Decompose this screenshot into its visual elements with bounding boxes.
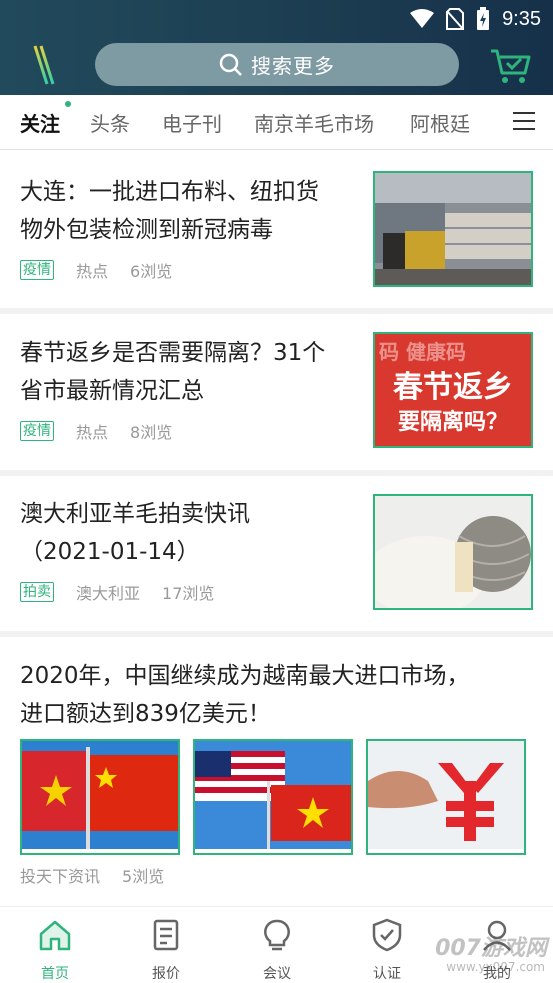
nav-label: 报价 xyxy=(152,966,180,982)
article-title-line: （2021-01-14） xyxy=(20,539,200,565)
no-sim-icon xyxy=(446,8,465,30)
thumbnail-subline: 要隔离吗？ xyxy=(397,410,508,435)
article-title-line: 大连：一批进口布料、纽扣货 xyxy=(20,179,319,205)
watermark: 007游戏网 xyxy=(435,936,547,961)
nav-label: 认证 xyxy=(373,966,401,982)
top-header: 9:35 搜索更多 xyxy=(0,0,553,95)
article-title: 春节返乡是否需要隔离？31个 省市最新情况汇总 xyxy=(20,334,325,410)
category-tabs: 关注 头条 电子刊 南京羊毛市场 阿根廷 xyxy=(0,95,553,150)
tab-emagazine[interactable]: 电子刊 xyxy=(162,108,222,137)
battery-charging-icon xyxy=(477,7,490,30)
nav-meetings[interactable]: 会议 xyxy=(237,917,317,983)
article-category: 热点 xyxy=(76,262,109,281)
document-icon xyxy=(153,919,179,951)
article-title-line: 物外包装检测到新冠病毒 xyxy=(20,217,273,243)
article-title-line: 2020年，中国继续成为越南最大进口市场， xyxy=(20,663,470,689)
article-title: 2020年，中国继续成为越南最大进口市场， 进口额达到839亿美元！ xyxy=(20,657,470,733)
article-meta: 投天下资讯 5浏览 xyxy=(20,863,186,887)
article-category: 澳大利亚 xyxy=(76,584,141,603)
article-title-line: 进口额达到839亿美元！ xyxy=(20,701,271,727)
article-meta: 疫情 热点 6浏览 xyxy=(20,258,194,282)
tab-argentina[interactable]: 阿根廷 xyxy=(410,108,470,137)
article-title: 大连：一批进口布料、纽扣货 物外包装检测到新冠病毒 xyxy=(20,173,319,249)
nav-label: 会议 xyxy=(263,966,291,982)
article-title-line: 春节返乡是否需要隔离？31个 xyxy=(20,340,326,366)
article-views: 17浏览 xyxy=(162,584,215,603)
article-thumbnail xyxy=(373,171,533,287)
article-card[interactable]: 春节返乡是否需要隔离？31个 省市最新情况汇总 疫情 热点 8浏览 码 健康码 … xyxy=(0,314,553,470)
menu-icon[interactable] xyxy=(513,112,535,130)
article-card[interactable]: 2020年，中国继续成为越南最大进口市场， 进口额达到839亿美元！ 投天下资讯… xyxy=(0,637,553,905)
article-meta: 疫情 热点 8浏览 xyxy=(20,419,194,443)
nav-home[interactable]: 首页 xyxy=(15,917,95,983)
article-card[interactable]: 澳大利亚羊毛拍卖快讯 （2021-01-14） 拍卖 澳大利亚 17浏览 xyxy=(0,476,553,632)
status-time: 9:35 xyxy=(502,7,541,30)
search-icon xyxy=(219,53,242,76)
home-icon xyxy=(39,920,71,951)
cart-icon[interactable] xyxy=(489,47,533,85)
tab-nanjing-wool-market[interactable]: 南京羊毛市场 xyxy=(254,108,374,137)
article-title: 澳大利亚羊毛拍卖快讯 （2021-01-14） xyxy=(20,495,250,571)
nav-label: 首页 xyxy=(41,966,69,982)
article-category: 热点 xyxy=(76,423,109,442)
article-source: 投天下资讯 xyxy=(20,867,101,886)
article-tag: 疫情 xyxy=(20,260,54,280)
thumbnail-bg-text: 码 健康码 xyxy=(379,340,466,364)
app-logo xyxy=(21,45,67,85)
article-tag: 拍卖 xyxy=(20,582,54,602)
article-image xyxy=(193,739,353,855)
tab-headlines[interactable]: 头条 xyxy=(90,108,130,137)
watermark-url: www.yx007.com xyxy=(446,960,545,974)
bulb-icon xyxy=(264,919,290,951)
search-bar[interactable]: 搜索更多 xyxy=(95,43,459,86)
tab-follow[interactable]: 关注 xyxy=(20,108,60,137)
article-title-line: 澳大利亚羊毛拍卖快讯 xyxy=(20,501,250,527)
tab-unread-dot xyxy=(65,101,71,107)
nav-certification[interactable]: 认证 xyxy=(347,917,427,983)
article-image xyxy=(20,739,180,855)
article-title-line: 省市最新情况汇总 xyxy=(20,378,204,404)
status-bar: 9:35 xyxy=(410,6,541,32)
thumbnail-headline: 春节返乡 xyxy=(393,370,513,405)
article-tag: 疫情 xyxy=(20,421,54,441)
search-placeholder: 搜索更多 xyxy=(251,54,335,78)
shield-check-icon xyxy=(372,918,402,952)
nav-quotes[interactable]: 报价 xyxy=(126,917,206,983)
article-thumbnail: 码 健康码 春节返乡 要隔离吗？ xyxy=(373,332,533,448)
wifi-icon xyxy=(410,9,435,28)
article-views: 6浏览 xyxy=(130,262,173,281)
article-meta: 拍卖 澳大利亚 17浏览 xyxy=(20,580,236,604)
article-views: 8浏览 xyxy=(130,423,173,442)
app-root: 9:35 搜索更多 关注 头条 电子刊 南京羊毛市场 阿根廷 大连：一批进口布料… xyxy=(0,0,553,983)
article-image xyxy=(366,739,526,855)
article-thumbnail xyxy=(373,494,533,610)
article-card[interactable]: 大连：一批进口布料、纽扣货 物外包装检测到新冠病毒 疫情 热点 6浏览 xyxy=(0,151,553,309)
article-views: 5浏览 xyxy=(122,867,165,886)
